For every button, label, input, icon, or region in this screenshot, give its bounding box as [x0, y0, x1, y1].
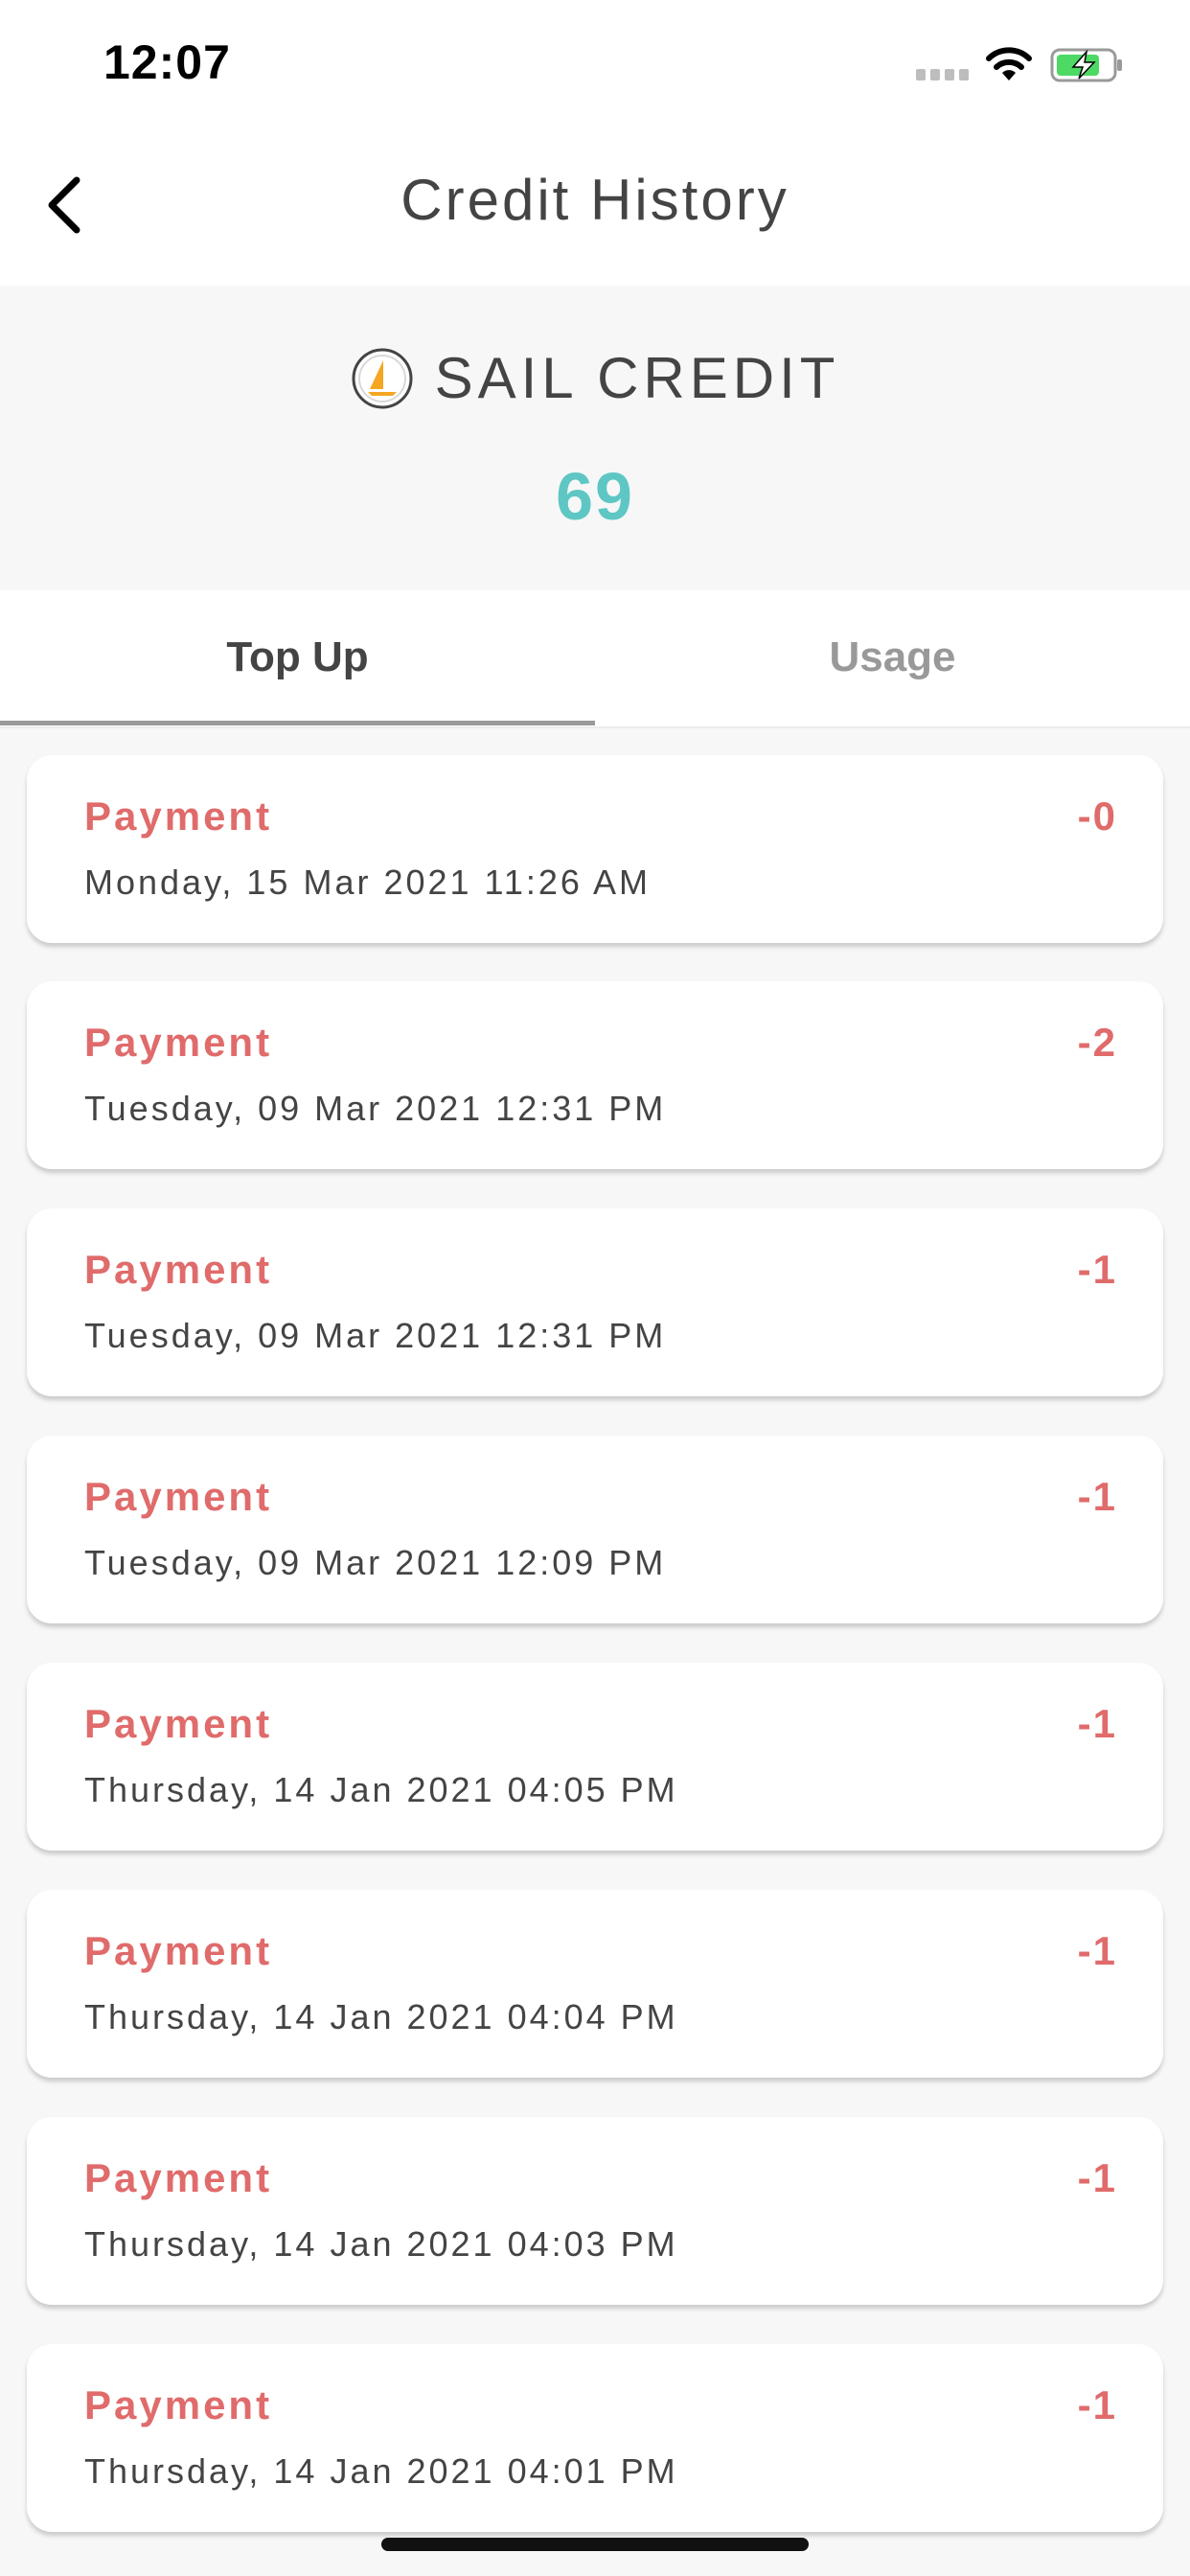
- transaction-type: Payment: [84, 1701, 273, 1746]
- transaction-date: Tuesday, 09 Mar 2021 12:09 PM: [84, 1543, 667, 1582]
- transaction-type: Payment: [84, 1928, 273, 1973]
- credit-balance: 69: [556, 459, 634, 534]
- transaction-date: Thursday, 14 Jan 2021 04:01 PM: [84, 2451, 678, 2491]
- transaction-amount: -1: [1077, 1474, 1117, 1519]
- status-time: 12:07: [103, 35, 231, 89]
- transaction-card[interactable]: Payment -0 Monday, 15 Mar 2021 11:26 AM: [27, 755, 1163, 943]
- transaction-card[interactable]: Payment -1 Thursday, 14 Jan 2021 04:01 P…: [27, 2344, 1163, 2532]
- transaction-date: Thursday, 14 Jan 2021 04:03 PM: [84, 2224, 678, 2264]
- transaction-amount: -0: [1077, 794, 1117, 839]
- tab-bar: Top Up Usage: [0, 590, 1190, 728]
- credit-label-row: SAIL CREDIT: [0, 345, 1190, 422]
- cellular-signal-icon: [916, 69, 970, 80]
- credit-summary: SAIL CREDIT 69: [0, 286, 1190, 590]
- transaction-date: Monday, 15 Mar 2021 11:26 AM: [84, 862, 651, 902]
- transaction-type: Payment: [84, 1247, 273, 1292]
- transaction-type: Payment: [84, 1020, 273, 1065]
- battery-charging-icon: [1050, 48, 1122, 82]
- transaction-type: Payment: [84, 1474, 273, 1519]
- transaction-card[interactable]: Payment -1 Tuesday, 09 Mar 2021 12:09 PM: [27, 1436, 1163, 1623]
- status-bar: 12:07: [0, 0, 1190, 125]
- transaction-card[interactable]: Payment -1 Thursday, 14 Jan 2021 04:05 P…: [27, 1663, 1163, 1851]
- home-indicator: [381, 2538, 809, 2551]
- transaction-card[interactable]: Payment -1 Thursday, 14 Jan 2021 04:03 P…: [27, 2117, 1163, 2305]
- transaction-amount: -1: [1077, 1247, 1117, 1292]
- transaction-type: Payment: [84, 794, 273, 839]
- transaction-date: Thursday, 14 Jan 2021 04:04 PM: [84, 1997, 678, 2036]
- transaction-type: Payment: [84, 2382, 273, 2427]
- page-title: Credit History: [400, 168, 790, 232]
- navigation-bar: Credit History: [0, 125, 1190, 286]
- transaction-amount: -2: [1077, 1020, 1117, 1065]
- transaction-amount: -1: [1077, 1701, 1117, 1746]
- transaction-amount: -1: [1077, 1928, 1117, 1973]
- active-tab-indicator: [0, 721, 595, 725]
- transaction-type: Payment: [84, 2155, 273, 2200]
- tab-divider: [0, 726, 1190, 728]
- transaction-card[interactable]: Payment -1 Thursday, 14 Jan 2021 04:04 P…: [27, 1890, 1163, 2078]
- transaction-date: Thursday, 14 Jan 2021 04:05 PM: [84, 1770, 678, 1809]
- transaction-card[interactable]: Payment -2 Tuesday, 09 Mar 2021 12:31 PM: [27, 981, 1163, 1169]
- transaction-date: Tuesday, 09 Mar 2021 12:31 PM: [84, 1316, 667, 1355]
- transaction-card[interactable]: Payment -1 Tuesday, 09 Mar 2021 12:31 PM: [27, 1208, 1163, 1396]
- transaction-amount: -1: [1077, 2382, 1117, 2427]
- transaction-amount: -1: [1077, 2155, 1117, 2200]
- transaction-date: Tuesday, 09 Mar 2021 12:31 PM: [84, 1089, 667, 1128]
- tab-top-up[interactable]: Top Up: [0, 590, 595, 728]
- wifi-icon: [986, 47, 1032, 80]
- credit-label: SAIL CREDIT: [434, 346, 840, 410]
- tab-usage[interactable]: Usage: [595, 590, 1190, 728]
- sailboat-logo-icon: [352, 348, 413, 408]
